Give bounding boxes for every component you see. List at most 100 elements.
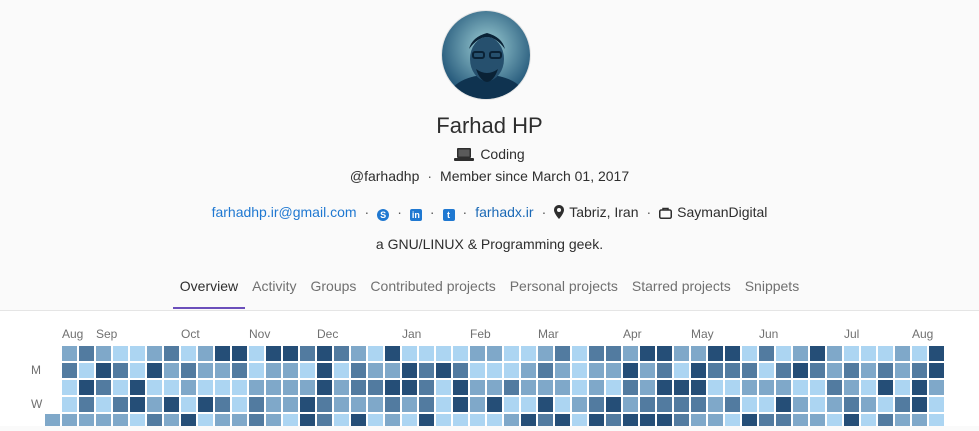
contribution-day[interactable] [555,346,570,361]
contribution-day[interactable] [402,397,417,412]
contribution-day[interactable] [283,363,298,378]
contribution-day[interactable] [368,414,383,429]
contribution-day[interactable] [708,380,723,395]
contribution-day[interactable] [181,397,196,412]
contribution-day[interactable] [657,363,672,378]
contribution-day[interactable] [912,397,927,412]
contribution-day[interactable] [878,346,893,361]
contribution-day[interactable] [385,363,400,378]
contribution-day[interactable] [674,346,689,361]
contribution-day[interactable] [810,380,825,395]
contribution-day[interactable] [351,363,366,378]
contribution-day[interactable] [844,363,859,378]
contribution-day[interactable] [96,397,111,412]
contribution-day[interactable] [164,397,179,412]
contribution-day[interactable] [181,380,196,395]
contribution-day[interactable] [589,414,604,429]
contribution-day[interactable] [844,397,859,412]
contribution-day[interactable] [538,363,553,378]
contribution-day[interactable] [674,414,689,429]
contribution-day[interactable] [300,363,315,378]
contribution-day[interactable] [436,380,451,395]
contribution-day[interactable] [810,397,825,412]
contribution-day[interactable] [300,380,315,395]
contribution-day[interactable] [708,363,723,378]
contribution-day[interactable] [368,346,383,361]
contribution-day[interactable] [198,414,213,429]
contribution-day[interactable] [521,397,536,412]
avatar[interactable] [441,10,531,100]
contribution-day[interactable] [198,363,213,378]
contribution-day[interactable] [453,397,468,412]
contribution-day[interactable] [351,414,366,429]
contribution-day[interactable] [844,414,859,429]
contribution-day[interactable] [419,380,434,395]
contribution-day[interactable] [130,414,145,429]
contribution-day[interactable] [232,414,247,429]
contribution-day[interactable] [487,414,502,429]
contribution-day[interactable] [759,380,774,395]
contribution-day[interactable] [657,380,672,395]
contribution-day[interactable] [810,414,825,429]
twitter-link[interactable]: t [442,204,455,221]
contribution-day[interactable] [725,414,740,429]
contribution-day[interactable] [453,346,468,361]
contribution-day[interactable] [113,414,128,429]
contribution-day[interactable] [113,380,128,395]
contribution-day[interactable] [776,397,791,412]
contribution-day[interactable] [708,397,723,412]
contribution-day[interactable] [334,346,349,361]
contribution-day[interactable] [232,346,247,361]
contribution-day[interactable] [606,346,621,361]
contribution-day[interactable] [623,346,638,361]
contribution-day[interactable] [283,397,298,412]
contribution-day[interactable] [300,414,315,429]
contribution-day[interactable] [572,363,587,378]
contribution-day[interactable] [453,380,468,395]
contribution-day[interactable] [62,363,77,378]
contribution-day[interactable] [521,414,536,429]
contribution-day[interactable] [844,380,859,395]
contribution-day[interactable] [657,397,672,412]
contribution-day[interactable] [861,346,876,361]
contribution-day[interactable] [538,380,553,395]
tab-overview[interactable]: Overview [172,268,246,309]
contribution-day[interactable] [113,346,128,361]
contribution-day[interactable] [266,380,281,395]
contribution-day[interactable] [79,346,94,361]
contribution-day[interactable] [249,380,264,395]
contribution-day[interactable] [470,380,485,395]
contribution-day[interactable] [572,414,587,429]
contribution-day[interactable] [436,346,451,361]
contribution-day[interactable] [759,414,774,429]
contribution-day[interactable] [725,363,740,378]
contribution-day[interactable] [657,414,672,429]
contribution-day[interactable] [334,363,349,378]
contribution-day[interactable] [521,380,536,395]
linkedin-link[interactable]: in [409,204,422,221]
contribution-day[interactable] [623,380,638,395]
contribution-day[interactable] [504,397,519,412]
contribution-day[interactable] [113,397,128,412]
contribution-day[interactable] [402,346,417,361]
contribution-day[interactable] [79,380,94,395]
contribution-day[interactable] [266,346,281,361]
contribution-day[interactable] [266,363,281,378]
contribution-day[interactable] [742,380,757,395]
contribution-day[interactable] [300,346,315,361]
tab-snippets[interactable]: Snippets [738,268,806,307]
contribution-day[interactable] [776,363,791,378]
contribution-day[interactable] [402,380,417,395]
contribution-day[interactable] [776,414,791,429]
contribution-day[interactable] [606,363,621,378]
contribution-day[interactable] [62,397,77,412]
contribution-day[interactable] [827,414,842,429]
contribution-day[interactable] [317,363,332,378]
contribution-day[interactable] [215,397,230,412]
contribution-day[interactable] [691,397,706,412]
contribution-day[interactable] [504,414,519,429]
contribution-day[interactable] [317,397,332,412]
contribution-day[interactable] [895,397,910,412]
contribution-day[interactable] [164,380,179,395]
contribution-day[interactable] [793,346,808,361]
